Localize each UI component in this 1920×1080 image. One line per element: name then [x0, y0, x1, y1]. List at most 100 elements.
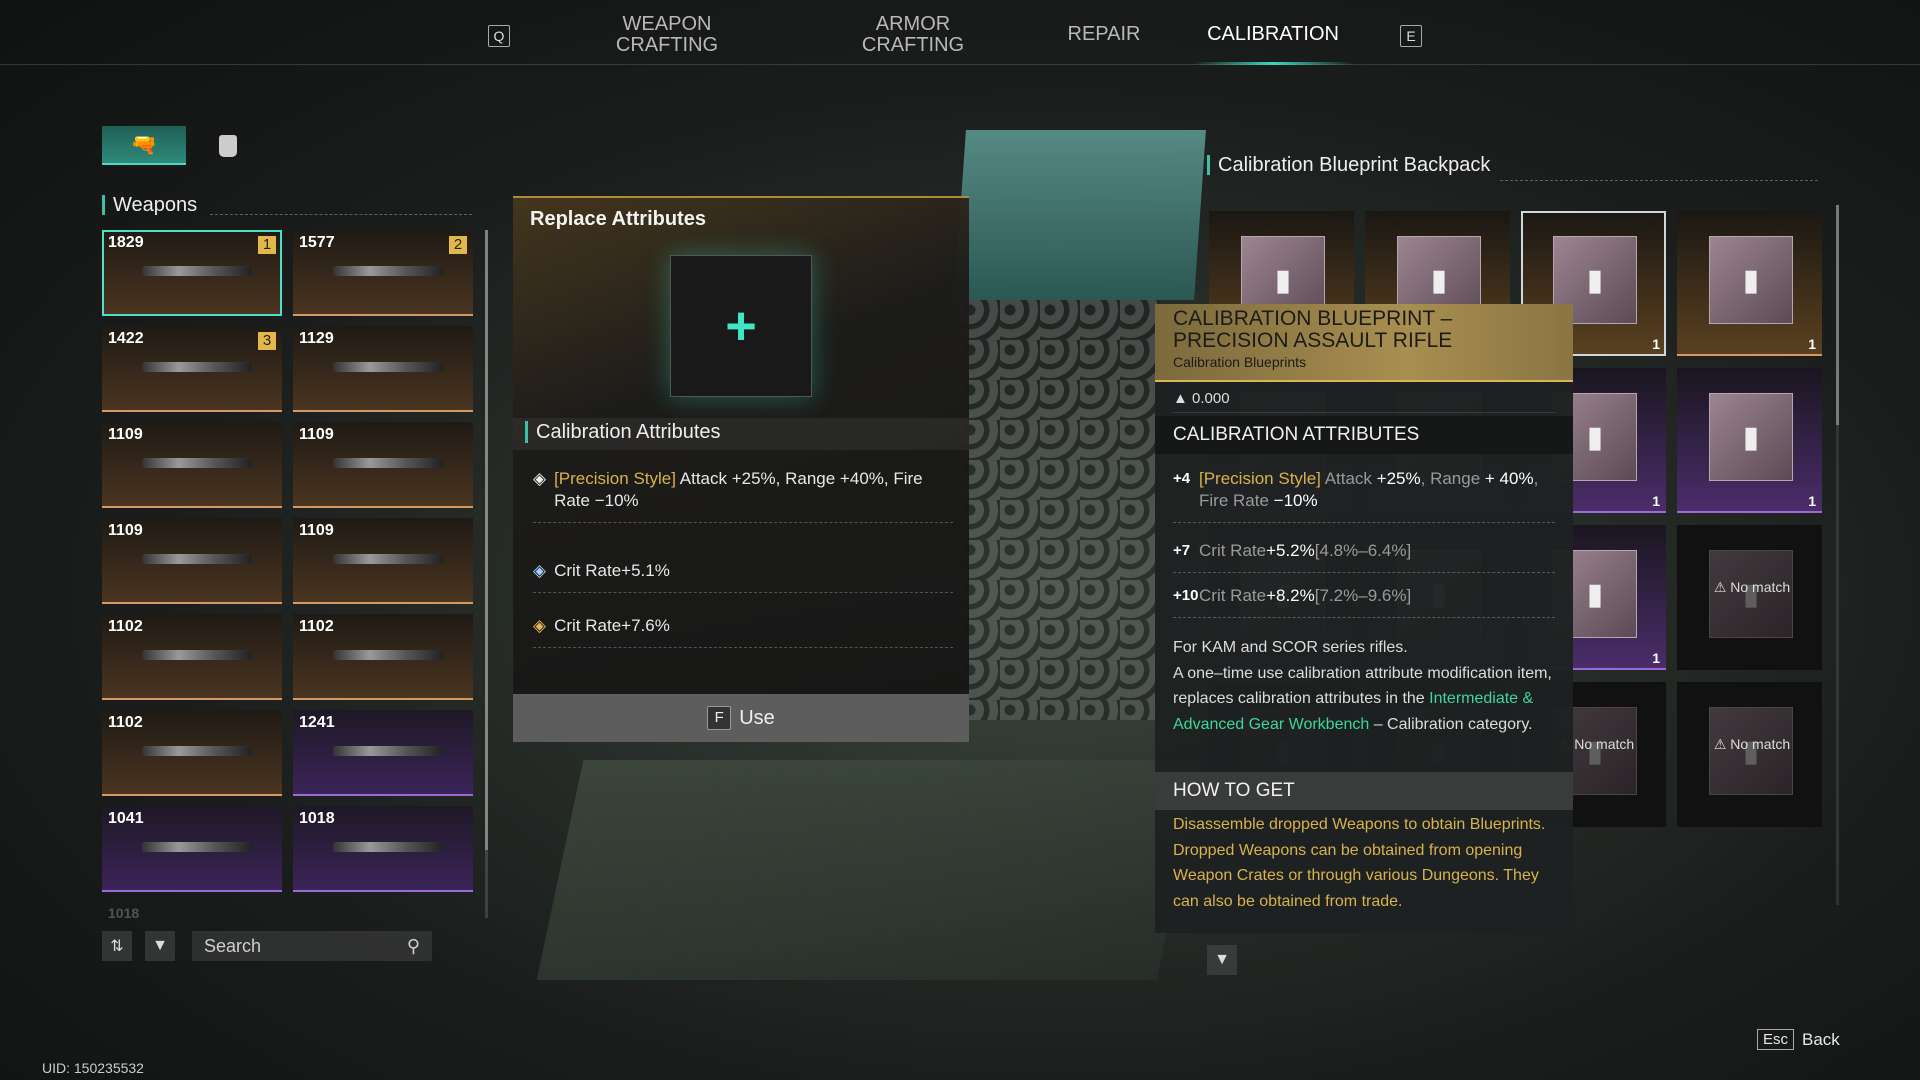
item-name: CALIBRATION BLUEPRINT – PRECISION ASSAUL… — [1173, 307, 1453, 352]
weapon-list-scrollbar[interactable] — [485, 230, 488, 918]
attr-part: , Range — [1420, 469, 1485, 488]
tab-armor[interactable] — [186, 126, 270, 165]
weapon-image — [333, 554, 443, 564]
blueprint-card[interactable]: ▮⚠ No match — [1677, 682, 1822, 827]
background-pegboard — [960, 300, 1160, 720]
backpack-filter-button[interactable]: ▼ — [1207, 945, 1237, 975]
use-button[interactable]: F Use — [513, 694, 969, 742]
rifle-blueprint-icon: ▮ — [1709, 393, 1793, 481]
no-match-label: ⚠ No match — [1707, 737, 1797, 752]
gear-score: 1102 — [108, 714, 143, 731]
attr-part: + 40% — [1484, 469, 1534, 488]
blueprint-card[interactable]: ▮ 1 — [1677, 368, 1822, 513]
weapon-card[interactable]: 1129 — [293, 326, 473, 412]
item-count: 1 — [1652, 650, 1660, 666]
tab-label: CRAFTING — [615, 34, 719, 56]
weapon-image — [333, 362, 443, 372]
weapon-card[interactable]: 1577 2 — [293, 230, 473, 316]
gear-score: 1241 — [299, 714, 335, 731]
weapon-card[interactable]: 1422 3 — [102, 326, 282, 412]
sort-button[interactable]: ⇅ — [102, 931, 132, 961]
attributes-title: Calibration Attributes — [525, 421, 721, 443]
gear-score: 1109 — [108, 522, 143, 539]
desc-text: – Calibration category. — [1369, 715, 1533, 733]
attribute-row: ◈ [Precision Style] Attack +25%, Range +4… — [533, 468, 953, 523]
weapon-image — [333, 746, 443, 756]
rifle-blueprint-icon: ▮ — [1709, 236, 1793, 324]
panel-title: Replace Attributes — [530, 208, 706, 230]
nav-prev-key[interactable]: Q — [488, 25, 510, 47]
use-label: Use — [739, 706, 775, 729]
blueprint-card[interactable]: ▮⚠ No match — [1677, 525, 1822, 670]
weapon-card[interactable]: 1109 — [102, 518, 282, 604]
plus-icon: + — [725, 296, 757, 356]
filter-button[interactable]: ▼ — [145, 931, 175, 961]
filter-icon: ▼ — [152, 937, 168, 954]
attribute-tag: [Precision Style] — [554, 469, 676, 488]
weapon-image — [333, 650, 443, 660]
back-label: Back — [1802, 1029, 1840, 1049]
attr-range: [7.2%–9.6%] — [1314, 586, 1412, 605]
tab-label: ARMOR — [875, 13, 951, 35]
nav-next-key[interactable]: E — [1400, 25, 1422, 47]
tooltip-header: CALIBRATION BLUEPRINT – PRECISION ASSAUL… — [1155, 304, 1573, 382]
attr-range: [4.8%–6.4%] — [1314, 541, 1412, 560]
tab-armor-crafting[interactable]: ARMOR CRAFTING — [862, 14, 964, 56]
blueprint-card[interactable]: ▮ 1 — [1677, 211, 1822, 356]
scrollbar-thumb[interactable] — [1836, 205, 1839, 425]
blueprint-slot[interactable]: + — [670, 255, 812, 397]
weapon-image — [142, 554, 252, 564]
tab-calibration[interactable]: CALIBRATION — [1207, 24, 1339, 45]
weapon-card[interactable]: 1241 — [293, 710, 473, 796]
search-input[interactable]: Search ⚲ — [192, 931, 432, 961]
attribute-row: ◈ Crit Rate+5.1% — [533, 560, 953, 593]
pistol-icon: 🔫 — [130, 131, 158, 157]
tab-weapon-crafting[interactable]: WEAPON CRAFTING — [616, 14, 718, 56]
tab-repair[interactable]: REPAIR — [1068, 24, 1141, 45]
attribute-text: Crit Rate+5.1% — [554, 561, 670, 580]
weapon-card[interactable]: 1102 — [102, 710, 282, 796]
background-workbench — [536, 760, 1204, 980]
crit-blue-icon: ◈ — [533, 561, 547, 580]
weapon-score-partial: 1018 — [108, 905, 140, 921]
scrollbar-thumb[interactable] — [485, 230, 488, 850]
weapon-card[interactable]: 1109 — [102, 422, 282, 508]
attribute-level: +7 — [1173, 542, 1191, 559]
item-description: For KAM and SCOR series rifles. A one–tim… — [1173, 635, 1563, 737]
gear-score: 1422 — [108, 330, 144, 347]
how-to-get-header: HOW TO GET — [1155, 772, 1573, 810]
attribute-text: Crit Rate+7.6% — [554, 616, 670, 635]
weapon-card[interactable]: 1102 — [293, 614, 473, 700]
item-count: 1 — [1652, 336, 1660, 352]
weapon-card[interactable]: 1109 — [293, 422, 473, 508]
no-match-label: ⚠ No match — [1707, 580, 1797, 595]
weapon-image — [142, 746, 252, 756]
attribute-level: +10 — [1173, 587, 1199, 604]
weapon-image — [333, 842, 443, 852]
weight-row: ▲ 0.000 — [1173, 386, 1555, 413]
crit-gold-icon: ◈ — [533, 616, 547, 635]
attribute-row: ◈ Crit Rate+7.6% — [533, 615, 953, 648]
tab-label: WEAPON — [622, 13, 712, 35]
attr-part: Attack — [1324, 469, 1372, 488]
search-icon[interactable]: ⚲ — [407, 936, 420, 957]
gear-score: 1577 — [299, 234, 335, 251]
weapon-card[interactable]: 1102 — [102, 614, 282, 700]
gear-score: 1109 — [108, 426, 143, 443]
warning-icon: ⚠ — [1713, 736, 1727, 752]
weapon-card[interactable]: 1041 — [102, 806, 282, 892]
weapon-card[interactable]: 1829 1 — [102, 230, 282, 316]
gear-score: 1018 — [299, 810, 335, 827]
gear-score: 1829 — [108, 234, 144, 251]
tab-label: REPAIR — [1067, 23, 1141, 45]
tab-weapons[interactable]: 🔫 — [102, 126, 186, 165]
gear-score: 1109 — [299, 522, 334, 539]
weapon-image — [142, 266, 252, 276]
weapon-card[interactable]: 1018 — [293, 806, 473, 892]
backpack-scrollbar[interactable] — [1836, 205, 1839, 905]
weight-icon: ▲ — [1173, 390, 1188, 407]
gear-score: 1109 — [299, 426, 334, 443]
weapon-card[interactable]: 1109 — [293, 518, 473, 604]
back-button[interactable]: Esc Back — [1757, 1029, 1840, 1050]
uid-label: UID: 150235532 — [42, 1060, 144, 1076]
